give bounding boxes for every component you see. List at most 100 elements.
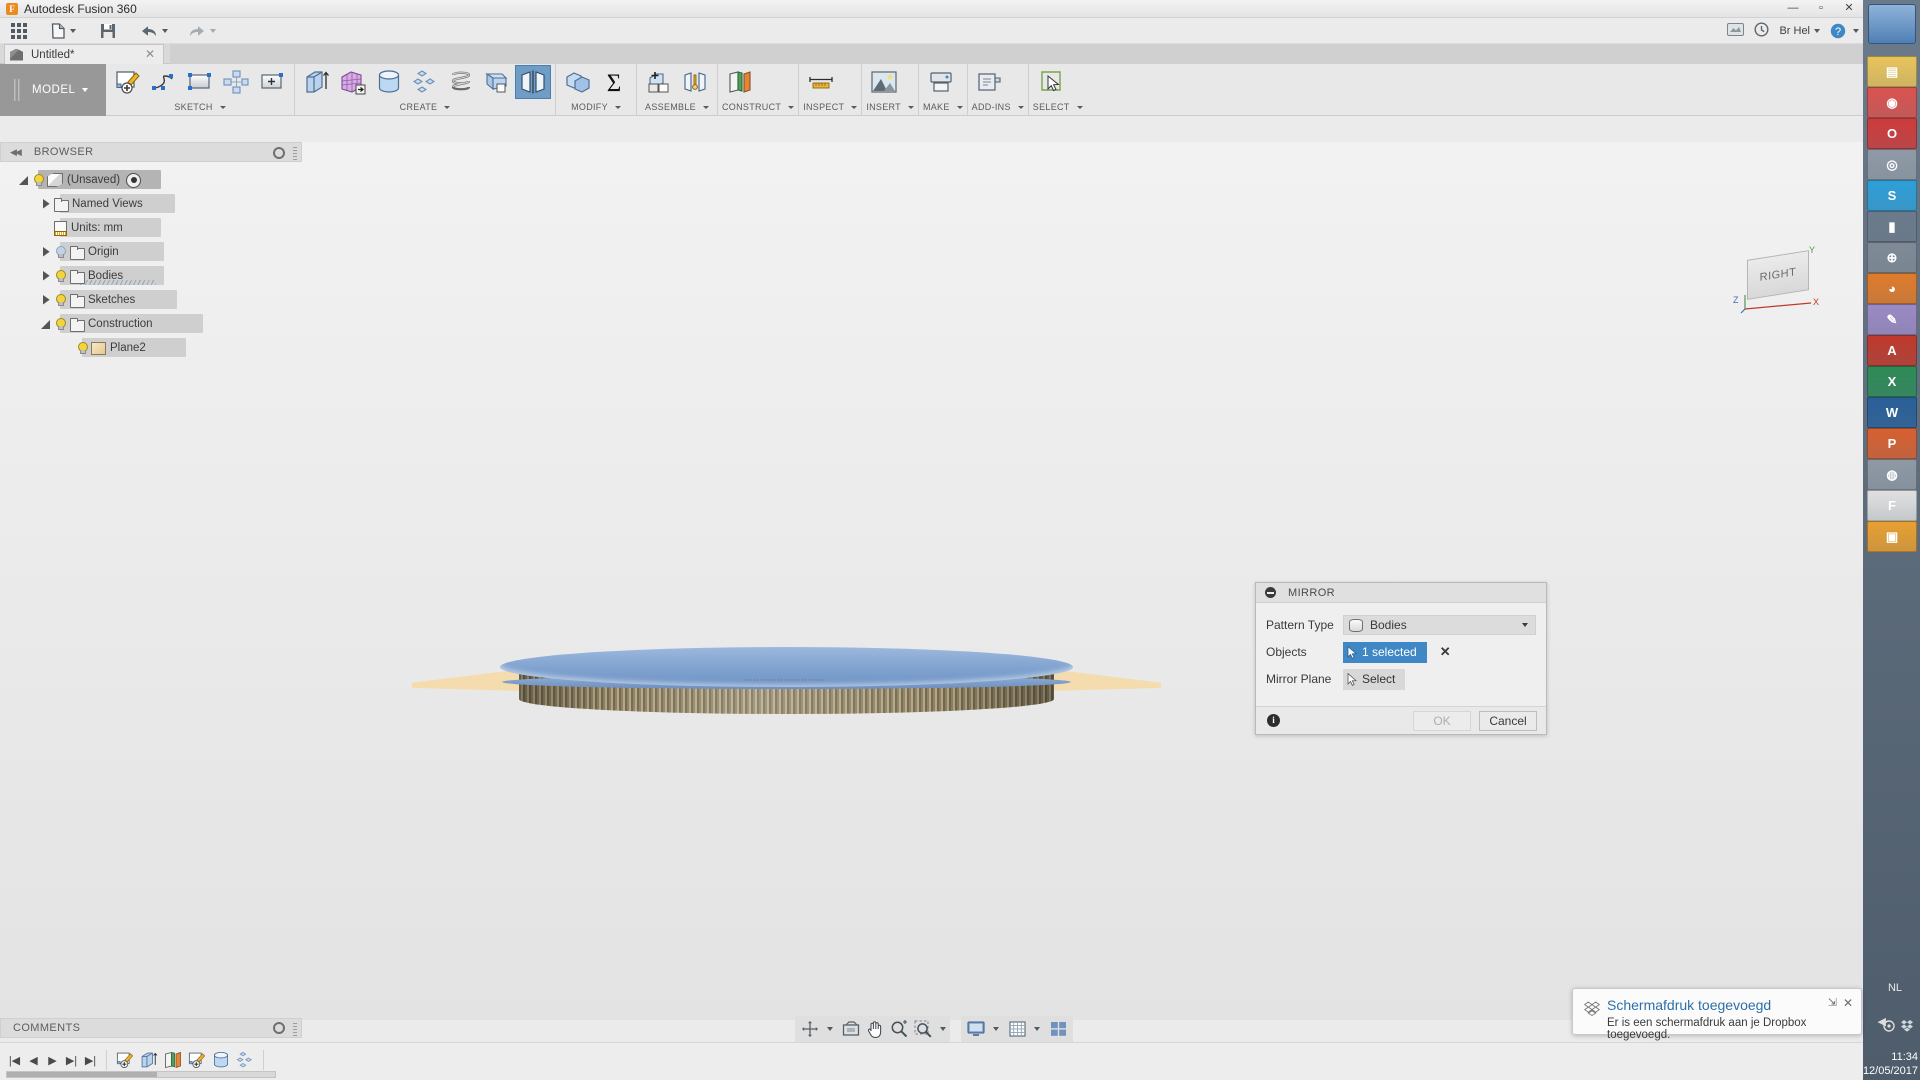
pan-button[interactable] [864,1018,886,1040]
expander-open-icon[interactable] [40,318,53,331]
revolve-button[interactable] [371,65,407,99]
view-cube[interactable]: RIGHT Y Z X [1735,247,1825,317]
timeline-feature-sketch2[interactable] [186,1049,208,1071]
mesh-button[interactable] [335,65,371,99]
chevron-down-icon[interactable] [615,106,621,109]
toast-pin-icon[interactable]: ⇲ [1828,996,1837,1009]
orbit-button[interactable] [799,1018,821,1040]
taskbar-icon-acrobat[interactable]: A [1867,335,1917,366]
timeline-last-button[interactable]: ▶| [82,1049,99,1071]
grid-snap-button[interactable] [1006,1018,1028,1040]
chevron-down-icon[interactable] [940,1027,946,1031]
chevron-down-icon[interactable] [1018,106,1024,109]
pin-icon[interactable] [273,1022,285,1034]
parameters-button[interactable]: Σ [596,65,632,99]
history-icon[interactable] [1754,22,1769,40]
expander-open-icon[interactable] [18,174,31,187]
taskbar-icon-pptx[interactable]: P [1867,428,1917,459]
timeline-feature-pattern[interactable] [234,1049,256,1071]
chevron-down-icon[interactable] [1077,106,1083,109]
visibility-bulb-icon[interactable] [53,317,67,331]
chevron-down-icon[interactable] [220,106,226,109]
sketch-pattern-button[interactable] [218,65,254,99]
3d-print-button[interactable] [923,65,959,99]
new-file-button[interactable] [46,18,81,44]
component-activate-radio[interactable] [126,173,141,188]
close-button[interactable]: ✕ [1835,0,1863,18]
browser-tree-item-unsaved[interactable]: (Unsaved) [0,168,302,192]
taskbar-icon-excel[interactable]: X [1867,366,1917,397]
account-name[interactable]: Br Hel [1779,25,1810,37]
measure-button[interactable] [803,65,839,99]
browser-tree-item-plane2[interactable]: Plane2 [0,336,302,360]
minimize-button[interactable]: — [1779,0,1807,18]
browser-tree-item-sketches[interactable]: Sketches [0,288,302,312]
start-button[interactable] [1868,4,1916,44]
app-grid-icon[interactable] [0,18,32,44]
timeline-scrollbar[interactable] [6,1071,276,1078]
visibility-bulb-icon[interactable] [75,341,89,355]
mirror-dialog[interactable]: MIRROR Pattern Type Bodies Objects [1255,582,1547,735]
taskbar-icon-paint[interactable]: ✎ [1867,304,1917,335]
timeline-feature-sketch[interactable] [114,1049,136,1071]
file-tab-close-icon[interactable]: ✕ [145,47,155,61]
pattern-button[interactable] [407,65,443,99]
workspace-switcher-button[interactable]: MODEL [0,64,106,116]
display-settings-button[interactable] [965,1018,987,1040]
comments-panel[interactable]: COMMENTS [0,1018,302,1038]
taskbar-icon-fusion[interactable]: F [1867,490,1917,521]
timeline-feature-extrude[interactable] [138,1049,160,1071]
chevron-down-icon[interactable] [444,106,450,109]
taskbar-icon-opera[interactable]: O [1867,118,1917,149]
browser-tree-item-construction[interactable]: Construction [0,312,302,336]
insert-canvas-button[interactable] [866,65,902,99]
rectangle-button[interactable] [182,65,218,99]
taskbar-icon-skype[interactable]: S [1867,180,1917,211]
system-clock[interactable]: 11:34 12/05/2017 [1863,1050,1918,1078]
viewports-button[interactable] [1047,1018,1069,1040]
timeline-next-button[interactable]: ▶| [63,1049,80,1071]
timeline-play-button[interactable]: ▶ [44,1049,61,1071]
cancel-button[interactable]: Cancel [1479,711,1537,731]
toast-close-icon[interactable]: ✕ [1843,996,1853,1010]
undo-button[interactable] [135,18,173,44]
browser-tree-item-units-mm[interactable]: Units: mm [0,216,302,240]
browser-tree-item-bodies[interactable]: Bodies [0,264,302,288]
chevron-down-icon[interactable] [788,106,794,109]
visibility-bulb-icon[interactable] [53,245,67,259]
info-icon[interactable]: i [1267,714,1280,727]
clear-objects-icon[interactable]: ✕ [1440,644,1451,660]
resize-grip-icon[interactable] [293,1022,297,1036]
visibility-bulb-icon[interactable] [53,293,67,307]
mirror-plane-selection-button[interactable]: Select [1343,669,1405,690]
ok-button[interactable]: OK [1413,711,1471,731]
resize-grip-icon[interactable] [293,146,297,160]
browser-tree-item-origin[interactable]: Origin [0,240,302,264]
spline-button[interactable] [146,65,182,99]
look-at-button[interactable] [840,1018,862,1040]
visibility-bulb-icon[interactable] [53,269,67,283]
taskbar-icon-globe[interactable]: ⊕ [1867,242,1917,273]
save-button[interactable] [95,18,121,44]
chevron-down-icon[interactable] [957,106,963,109]
chevron-down-icon[interactable] [827,1027,833,1031]
chevron-down-icon[interactable] [1034,1027,1040,1031]
help-button[interactable]: ? [1830,23,1859,39]
taskbar-icon-disc2[interactable]: ◍ [1867,459,1917,490]
pin-icon[interactable] [273,147,285,159]
sketch-point-button[interactable] [254,65,290,99]
expander-closed-icon[interactable] [40,198,53,211]
chevron-down-icon[interactable] [908,106,914,109]
taskbar-icon-word[interactable]: W [1867,397,1917,428]
expander-closed-icon[interactable] [40,270,53,283]
action-center-icon[interactable] [1882,1019,1896,1036]
taskbar-icon-active[interactable]: ▣ [1867,521,1917,552]
taskbar-icon-disc[interactable]: ◎ [1867,149,1917,180]
timeline-prev-button[interactable]: ◀ [25,1049,42,1071]
select-button[interactable] [1033,65,1069,99]
extrude-button[interactable] [299,65,335,99]
model-body[interactable] [500,647,1180,717]
collapse-icon[interactable]: ◀◀ [10,147,20,158]
file-tab-untitled[interactable]: Untitled* ✕ [4,44,164,64]
expander-closed-icon[interactable] [40,246,53,259]
